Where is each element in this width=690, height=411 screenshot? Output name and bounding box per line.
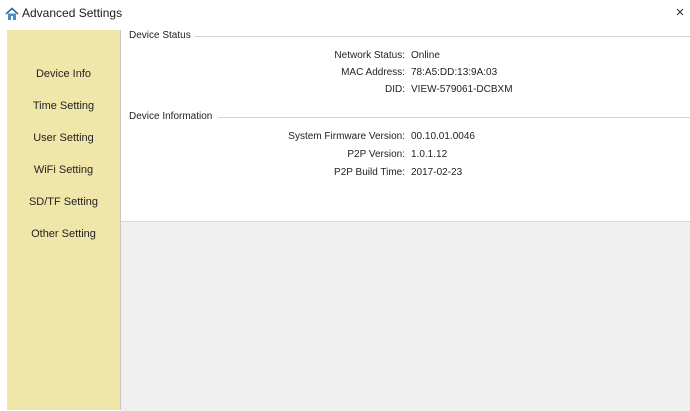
firmware-version-label: System Firmware Version: <box>288 131 405 142</box>
p2p-build-time-value: 2017-02-23 <box>411 167 463 178</box>
sidebar-item-other-setting[interactable]: Other Setting <box>7 223 120 245</box>
close-button[interactable]: × <box>672 5 688 21</box>
did-value: VIEW-579061-DCBXM <box>411 84 513 95</box>
title-bar: Advanced Settings × <box>0 0 690 30</box>
empty-panel-area <box>121 221 690 411</box>
mac-address-label: MAC Address: <box>341 67 405 78</box>
p2p-build-time-label: P2P Build Time: <box>334 167 405 178</box>
sidebar: Device Info Time Setting User Setting Wi… <box>7 30 120 410</box>
divider <box>120 30 121 410</box>
network-status-label: Network Status: <box>334 50 405 61</box>
house-gear-icon <box>5 7 19 21</box>
p2p-version-value: 1.0.1.12 <box>411 149 448 160</box>
section-divider <box>218 117 690 118</box>
p2p-version-label: P2P Version: <box>347 149 405 160</box>
sidebar-item-user-setting[interactable]: User Setting <box>7 127 120 149</box>
sidebar-item-time-setting[interactable]: Time Setting <box>7 95 120 117</box>
device-information-title: Device Information <box>129 111 216 122</box>
did-label: DID: <box>385 84 405 95</box>
network-status-value: Online <box>411 50 440 61</box>
sidebar-item-sdtf-setting[interactable]: SD/TF Setting <box>7 191 120 213</box>
sidebar-item-wifi-setting[interactable]: WiFi Setting <box>7 159 120 181</box>
device-status-title: Device Status <box>129 30 194 41</box>
firmware-version-value: 00.10.01.0046 <box>411 131 475 142</box>
window-title: Advanced Settings <box>22 6 123 20</box>
mac-address-value: 78:A5:DD:13:9A:03 <box>411 67 498 78</box>
sidebar-item-device-info[interactable]: Device Info <box>7 63 120 85</box>
section-divider <box>190 36 690 37</box>
